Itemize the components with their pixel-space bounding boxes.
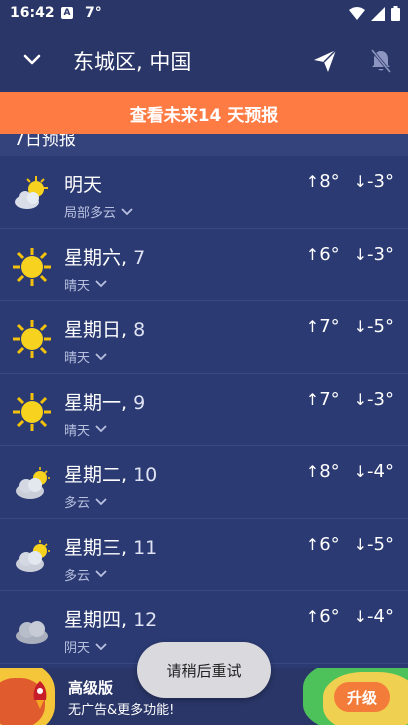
forecast-condition: 晴天 xyxy=(64,420,107,439)
toast-message: 请稍后重试 xyxy=(137,642,271,698)
low-temp: ↓-3° xyxy=(353,243,394,265)
forecast-day: 星期一, 9 xyxy=(64,391,146,414)
forecast-temps: ↑8° ↓-3° xyxy=(306,171,394,192)
high-temp: ↑8° xyxy=(305,461,340,482)
sunny-icon xyxy=(13,392,51,431)
navigation-arrow-icon[interactable] xyxy=(312,48,338,74)
forecast-row[interactable]: 星期三, 11 多云 ↑6° ↓-5° xyxy=(0,519,408,591)
status-temperature: 7° xyxy=(85,5,102,21)
high-temp: ↑7° xyxy=(305,388,340,410)
forecast-temps: ↑6° ↓-4° xyxy=(306,606,394,627)
forecast-day: 明天 xyxy=(64,174,103,196)
forecast-condition: 多云 xyxy=(64,565,107,584)
section-title: 7日预报 xyxy=(14,134,76,150)
forecast-day: 星期二, 10 xyxy=(64,464,158,486)
forecast-condition: 晴天 xyxy=(64,275,107,294)
sunny-icon xyxy=(13,320,51,358)
forecast-row[interactable]: 明天 局部多云 ↑8° ↓-3° xyxy=(0,156,408,229)
high-temp: ↑6° xyxy=(305,243,340,265)
forecast-condition: 多云 xyxy=(64,492,107,511)
low-temp: ↓-5° xyxy=(353,316,394,337)
forecast-temps: ↑7° ↓-5° xyxy=(306,316,394,337)
app-notification-icon: A xyxy=(61,7,73,19)
forecast-condition: 局部多云 xyxy=(64,202,133,221)
upgrade-button[interactable]: 升级 xyxy=(334,682,390,712)
chevron-down-icon xyxy=(95,425,107,433)
rocket-icon xyxy=(33,681,47,709)
status-bar: 16:42 A 7° xyxy=(0,0,408,28)
system-icons xyxy=(349,6,400,21)
forecast-row[interactable]: 星期六, 7 晴天 ↑6° ↓-3° xyxy=(0,229,408,301)
forecast-row[interactable]: 星期二, 10 多云 ↑8° ↓-4° xyxy=(0,446,408,519)
overcast-icon xyxy=(16,621,48,644)
forecast-temps: ↑8° ↓-4° xyxy=(306,461,394,482)
ad-subtitle: 无广告&更多功能! xyxy=(68,703,175,718)
forecast-row[interactable]: 星期一, 9 晴天 ↑7° ↓-3° xyxy=(0,374,408,446)
battery-icon xyxy=(391,6,400,21)
partly-cloudy-icon xyxy=(15,176,48,209)
forecast-temps: ↑6° ↓-3° xyxy=(306,244,394,265)
chevron-down-icon xyxy=(121,207,133,215)
low-temp: ↓-5° xyxy=(353,533,394,555)
top-app-bar: 东城区, 中国 xyxy=(0,28,408,92)
notifications-off-icon[interactable] xyxy=(369,48,393,74)
forecast-day: 星期六, 7 xyxy=(64,246,146,269)
forecast-condition: 阴天 xyxy=(64,637,107,656)
chevron-down-icon xyxy=(95,280,107,288)
ad-title: 高级版 xyxy=(68,679,114,697)
forecast-list: 明天 局部多云 ↑8° ↓-3° 星期六, 7 晴天 ↑6° ↓-3° 星期日,… xyxy=(0,156,408,664)
signal-icon xyxy=(371,6,385,21)
wifi-icon xyxy=(349,6,365,20)
cloudy-sun-icon xyxy=(16,467,50,499)
low-temp: ↓-4° xyxy=(353,461,394,482)
high-temp: ↑6° xyxy=(305,533,340,555)
forecast-day: 星期三, 11 xyxy=(64,536,158,559)
cloudy-sun-icon xyxy=(16,539,50,572)
chevron-down-icon[interactable] xyxy=(20,48,44,72)
low-temp: ↓-3° xyxy=(353,171,394,192)
chevron-down-icon xyxy=(95,497,107,505)
forecast-row[interactable]: 星期日, 8 晴天 ↑7° ↓-5° xyxy=(0,301,408,374)
low-temp: ↓-3° xyxy=(353,388,394,410)
chevron-down-icon xyxy=(95,642,107,650)
forecast-day: 星期四, 12 xyxy=(64,609,158,631)
fourteen-day-forecast-button[interactable]: 查看未来14 天预报 xyxy=(0,92,408,134)
forecast-temps: ↑6° ↓-5° xyxy=(306,534,394,555)
banner-label: 查看未来14 天预报 xyxy=(129,105,279,126)
high-temp: ↑6° xyxy=(305,606,340,627)
low-temp: ↓-4° xyxy=(353,606,394,627)
chevron-down-icon xyxy=(95,352,107,360)
forecast-condition: 晴天 xyxy=(64,347,107,366)
high-temp: ↑8° xyxy=(305,171,340,192)
status-time: 16:42 xyxy=(10,5,55,21)
high-temp: ↑7° xyxy=(305,316,340,337)
location-title[interactable]: 东城区, 中国 xyxy=(73,46,191,76)
sunny-icon xyxy=(13,247,51,286)
chevron-down-icon xyxy=(95,570,107,578)
section-header: 7日预报 xyxy=(0,134,408,156)
forecast-day: 星期日, 8 xyxy=(64,319,146,341)
forecast-temps: ↑7° ↓-3° xyxy=(306,389,394,410)
